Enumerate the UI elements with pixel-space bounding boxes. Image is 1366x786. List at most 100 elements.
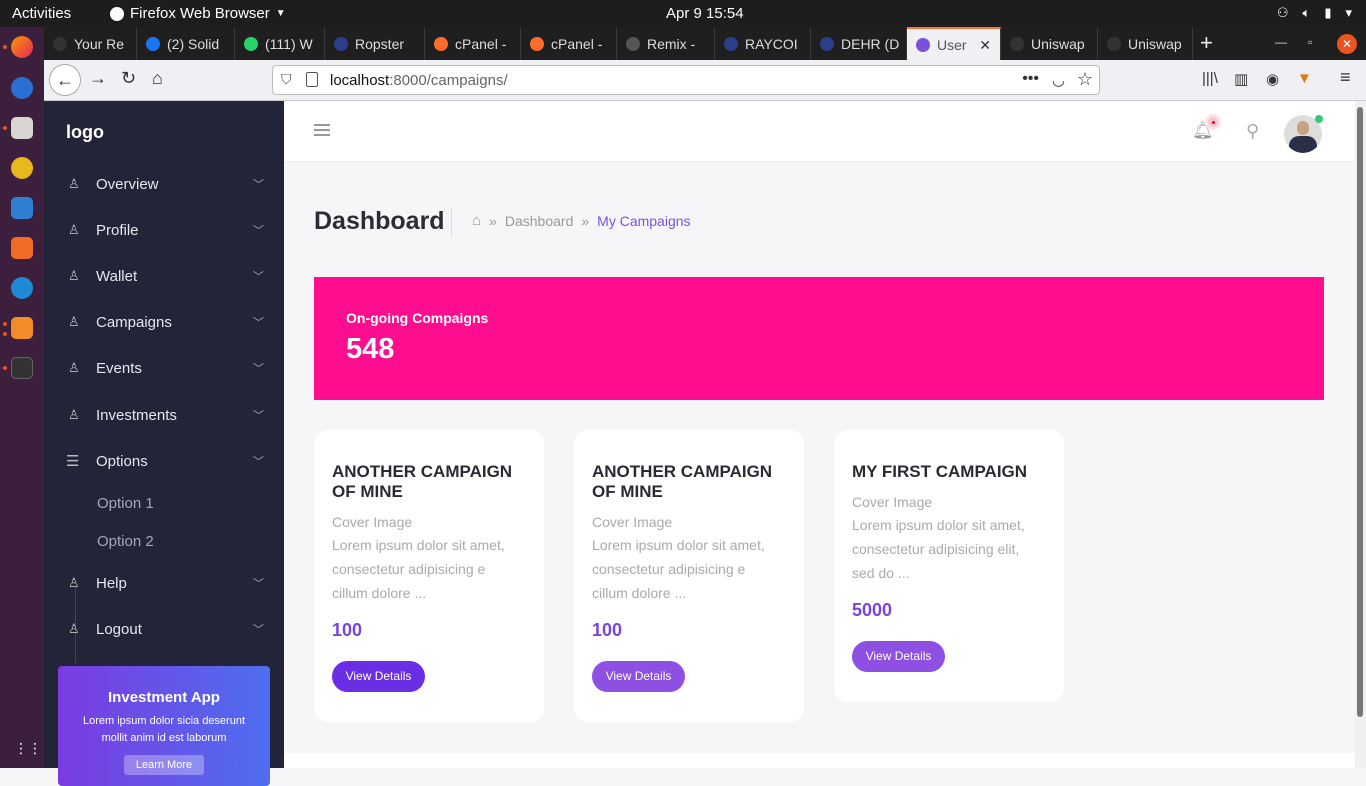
- library-icon[interactable]: |||\: [1202, 70, 1218, 87]
- user-icon: ♙: [68, 176, 80, 191]
- view-details-button[interactable]: View Details: [852, 641, 945, 672]
- metamask-icon[interactable]: ▼: [1297, 70, 1312, 87]
- account-icon[interactable]: ◉: [1266, 70, 1279, 88]
- tab-uniswap-2[interactable]: Uniswap: [1098, 27, 1193, 60]
- navigation-toolbar: ← → ↻ ⌂ ⛉ localhost:8000/campaigns/ ••• …: [44, 60, 1366, 101]
- campaign-amount: 100: [592, 620, 623, 640]
- sidebar-item-wallet[interactable]: ♙ Wallet ﹀: [44, 259, 284, 293]
- system-tray[interactable]: ⚇ 🔈︎ ▮ ▾: [1277, 5, 1352, 21]
- rhythmbox-icon[interactable]: [11, 157, 33, 179]
- home-icon[interactable]: ⌂: [472, 212, 481, 229]
- sidebar-item-overview[interactable]: ♙ Overview ﹀: [44, 167, 284, 201]
- close-tab-icon[interactable]: ✕: [979, 37, 991, 54]
- view-details-button[interactable]: View Details: [332, 661, 425, 692]
- tab-favicon: [244, 36, 258, 51]
- breadcrumb: ⌂ » Dashboard » My Campaigns: [472, 212, 691, 229]
- firefox-icon[interactable]: [11, 36, 33, 58]
- reload-button[interactable]: ↻: [121, 68, 136, 89]
- sidebar-item-label: Profile: [96, 221, 139, 239]
- sidebar-item-label: Logout: [96, 620, 142, 638]
- tab-cpanel-2[interactable]: cPanel -: [521, 27, 617, 60]
- tab-ropster[interactable]: Ropster: [325, 27, 425, 60]
- tab-cpanel-1[interactable]: cPanel -: [425, 27, 521, 60]
- tab-label: (2) Solid: [167, 35, 220, 52]
- sidebar-subitem-option-1[interactable]: Option 1: [97, 495, 154, 512]
- chevron-down-icon: ﹀: [253, 456, 264, 468]
- tab-bar: Your Re (2) Solid (111) W Ropster cPanel…: [44, 27, 1366, 60]
- sidebar-item-help[interactable]: ♙ Help ﹀: [44, 566, 284, 600]
- tab-favicon: [820, 36, 834, 51]
- tab-label: (111) W: [265, 35, 313, 52]
- search-icon[interactable]: ⚲: [1246, 121, 1259, 142]
- tab-label: cPanel -: [455, 35, 507, 52]
- tab-solid[interactable]: (2) Solid: [137, 27, 235, 60]
- new-tab-icon[interactable]: +: [1200, 30, 1213, 56]
- title-divider: [451, 207, 452, 237]
- sidebar-item-events[interactable]: ♙ Events ﹀: [44, 351, 284, 385]
- tab-uniswap-1[interactable]: Uniswap: [1001, 27, 1098, 60]
- footer-edge: [284, 753, 1355, 768]
- close-window-icon[interactable]: ✕: [1337, 34, 1357, 54]
- tab-user-active[interactable]: User ✕: [907, 27, 1001, 60]
- volume-icon: 🔈︎: [1302, 5, 1311, 20]
- campaign-cover-label: Cover Image: [592, 514, 673, 530]
- writer-icon[interactable]: [11, 197, 33, 219]
- sidebar-item-profile[interactable]: ♙ Profile ﹀: [44, 213, 284, 247]
- power-menu-icon: ▾: [1345, 5, 1352, 20]
- tab-remix[interactable]: Remix -: [617, 27, 715, 60]
- terminal-icon[interactable]: [11, 357, 33, 379]
- home-button[interactable]: ⌂: [152, 68, 163, 89]
- breadcrumb-dashboard[interactable]: Dashboard: [505, 213, 574, 229]
- scrollbar-thumb[interactable]: [1357, 107, 1363, 717]
- sidebar-item-investments[interactable]: ♙ Investments ﹀: [44, 398, 284, 432]
- tab-whatsapp[interactable]: (111) W: [235, 27, 325, 60]
- tab-dehr[interactable]: DEHR (D: [811, 27, 907, 60]
- logo[interactable]: logo: [66, 122, 104, 143]
- sidebar-item-label: Overview: [96, 175, 159, 193]
- forward-button[interactable]: →: [89, 68, 107, 89]
- page-actions-icon[interactable]: •••: [1022, 70, 1039, 88]
- chevron-down-icon: ﹀: [253, 578, 264, 590]
- sidebar-item-logout[interactable]: ♙ Logout ﹀: [44, 612, 284, 646]
- firefox-icon: [110, 6, 124, 21]
- clock[interactable]: Apr 9 15:54: [666, 5, 744, 22]
- minimize-icon[interactable]: —: [1275, 35, 1287, 49]
- sidebar-item-options[interactable]: ☰ Options ﹀: [44, 444, 284, 478]
- url-bar[interactable]: ⛉ localhost:8000/campaigns/ ••• ◡ ☆: [272, 65, 1100, 95]
- breadcrumb-current: My Campaigns: [597, 212, 691, 229]
- maximize-icon[interactable]: ▫: [1308, 35, 1312, 49]
- tab-raycoin[interactable]: RAYCOI: [715, 27, 811, 60]
- pocket-icon[interactable]: ◡: [1052, 71, 1065, 89]
- hamburger-menu-icon[interactable]: [314, 124, 330, 136]
- sidebar-item-campaigns[interactable]: ♙ Campaigns ﹀: [44, 305, 284, 339]
- bookmark-star-icon[interactable]: ☆: [1077, 69, 1093, 90]
- sublime-icon[interactable]: [11, 317, 33, 339]
- sidebar-toggle-icon[interactable]: ▥: [1234, 70, 1248, 88]
- view-details-button[interactable]: View Details: [592, 661, 685, 692]
- sidebar-subitem-option-2[interactable]: Option 2: [97, 533, 154, 550]
- thunderbird-icon[interactable]: [11, 77, 33, 99]
- help-icon[interactable]: [11, 277, 33, 299]
- app-menu[interactable]: Firefox Web Browser ▼: [110, 5, 286, 22]
- tab-favicon: [626, 36, 640, 51]
- menu-icon[interactable]: ≡: [1340, 67, 1351, 88]
- activities-button[interactable]: Activities: [12, 5, 71, 22]
- chevron-down-icon: ﹀: [253, 410, 264, 422]
- campaign-cover-label: Cover Image: [852, 494, 933, 510]
- running-indicator: [3, 322, 7, 326]
- shield-icon[interactable]: ⛉: [281, 71, 292, 88]
- tab-your-repo[interactable]: Your Re: [44, 27, 137, 60]
- battery-icon: ▮: [1324, 5, 1332, 20]
- campaign-card: ANOTHER CAMPAIGN OF MINE Cover Image Lor…: [314, 430, 544, 722]
- software-icon[interactable]: [11, 237, 33, 259]
- back-button[interactable]: ←: [49, 64, 81, 96]
- learn-more-button[interactable]: Learn More: [123, 755, 205, 775]
- tab-favicon: [724, 36, 738, 51]
- network-icon: ⚇: [1276, 5, 1289, 20]
- chevron-down-icon: ▼: [275, 8, 286, 19]
- app-grid-icon[interactable]: ⋮⋮: [14, 740, 42, 757]
- tab-label: cPanel -: [551, 35, 603, 52]
- page-scrollbar[interactable]: [1355, 101, 1366, 768]
- files-icon[interactable]: [11, 117, 33, 139]
- os-top-bar: Activities Firefox Web Browser ▼ Apr 9 1…: [0, 0, 1366, 27]
